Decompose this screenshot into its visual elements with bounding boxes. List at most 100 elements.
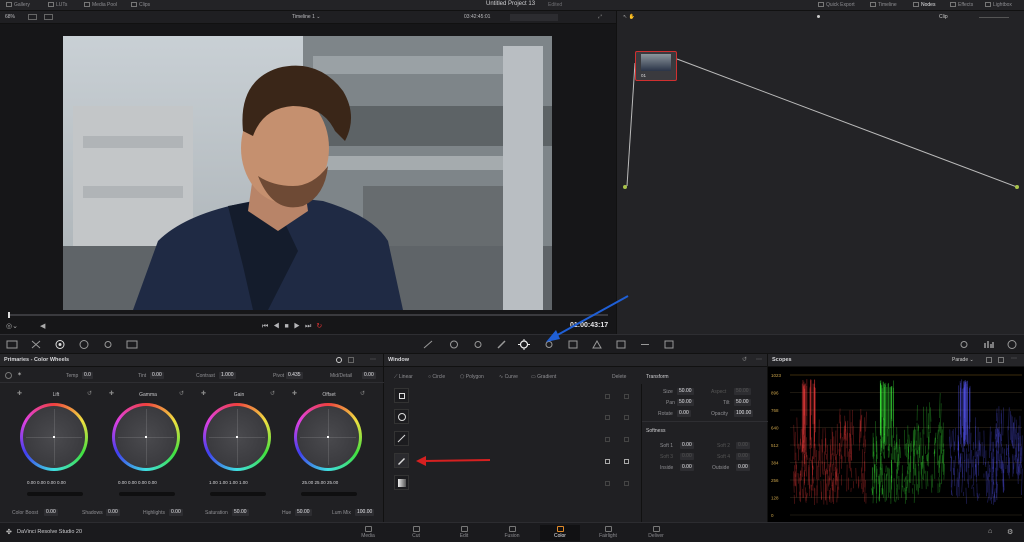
effects-toggle[interactable]: Effects — [950, 2, 973, 8]
scrubber-playhead[interactable] — [8, 312, 10, 318]
circle-button[interactable]: ○ Circle — [428, 374, 445, 380]
timeline-dropdown[interactable]: Timeline 1 ⌄ — [292, 14, 320, 20]
page-tab-cut[interactable]: Cut — [396, 525, 436, 541]
node-graph[interactable]: ↖ ✋ Clip 01 — [616, 11, 1024, 334]
media-pool-button[interactable]: Media Pool — [84, 2, 117, 8]
scope-mode-dropdown[interactable]: Parade ⌄ — [952, 357, 974, 363]
luts-button[interactable]: LUTs — [48, 2, 67, 8]
clips-button[interactable]: Clips — [131, 2, 150, 8]
window-tool-icon[interactable] — [518, 339, 530, 350]
nodes-toggle[interactable]: Nodes — [913, 2, 935, 8]
qualifier-icon[interactable] — [472, 339, 484, 350]
curve-button[interactable]: ∿ Curve — [499, 374, 518, 380]
curves-icon[interactable] — [422, 339, 434, 350]
viewer-mode-icon[interactable] — [28, 14, 37, 20]
pan-value[interactable]: 50.00 — [677, 399, 694, 406]
window-reset-icon[interactable]: ↺ — [742, 356, 747, 363]
pivot-value[interactable]: 0.435 — [286, 372, 303, 379]
viewer-settings-icon[interactable]: ◎⌄ — [6, 322, 20, 330]
scope-layout-icon[interactable] — [986, 357, 992, 363]
hdr-icon[interactable] — [78, 339, 90, 350]
gradient-window-slot[interactable] — [394, 475, 409, 490]
mask-toggle-2[interactable] — [624, 415, 629, 420]
colorboost-value[interactable]: 0.00 — [44, 509, 58, 516]
audio-icon[interactable]: ◀ — [40, 322, 45, 330]
color-warper-icon[interactable] — [448, 339, 460, 350]
gain-reset-icon[interactable]: ↺ — [270, 390, 275, 397]
gain-wheel[interactable] — [203, 403, 271, 471]
linear-button[interactable]: ⟋ Linear — [394, 374, 413, 380]
soft1-value[interactable]: 0.00 — [680, 442, 694, 449]
loop-icon[interactable]: ↻ — [316, 323, 327, 330]
scopes-icon[interactable] — [983, 339, 995, 350]
scope-settings-icon[interactable] — [998, 357, 1004, 363]
lift-wheel[interactable] — [20, 403, 88, 471]
shadows-value[interactable]: 0.00 — [106, 509, 120, 516]
mask-toggle-3[interactable] — [624, 437, 629, 442]
bars-mode-icon[interactable] — [336, 357, 342, 363]
circle-window-slot[interactable] — [394, 409, 409, 424]
page-tab-fusion[interactable]: Fusion — [492, 525, 532, 541]
info-icon[interactable] — [1006, 339, 1018, 350]
page-tab-media[interactable]: Media — [348, 525, 388, 541]
timeline-toggle[interactable]: Timeline — [870, 2, 897, 8]
page-tab-fairlight[interactable]: Fairlight — [588, 525, 628, 541]
zoom-dropdown[interactable]: 68% — [5, 14, 15, 20]
temp-value[interactable]: 0.0 — [82, 372, 93, 379]
invert-toggle-3[interactable] — [605, 437, 610, 442]
delete-button[interactable]: Delete — [612, 374, 626, 380]
gradient-button[interactable]: ▭ Gradient — [531, 374, 556, 380]
page-tab-color[interactable]: Color — [540, 525, 580, 541]
outside-value[interactable]: 0.00 — [736, 464, 750, 471]
fx-icon[interactable] — [663, 339, 675, 350]
offset-picker-icon[interactable]: ✚ — [292, 390, 297, 397]
window-more-icon[interactable]: ⋯ — [756, 356, 762, 363]
mask-toggle-5[interactable] — [624, 481, 629, 486]
settings-gear-icon[interactable]: ⚙ — [1007, 528, 1013, 536]
rgb-mixer-icon[interactable] — [102, 339, 114, 350]
auto-color-icon[interactable]: ✶ — [17, 371, 22, 378]
transport-controls[interactable]: ⏮◀■▶⏭↻ — [262, 322, 327, 331]
tilt-value[interactable]: 50.00 — [734, 399, 751, 406]
fullscreen-icon[interactable]: ⤢ — [598, 14, 602, 20]
motion-effects-icon[interactable] — [126, 339, 138, 350]
saturation-value[interactable]: 50.00 — [232, 509, 249, 516]
page-tab-edit[interactable]: Edit — [444, 525, 484, 541]
gain-master-slider[interactable] — [210, 492, 266, 496]
lightbox-view-icon[interactable] — [958, 339, 970, 350]
gamma-values[interactable]: 0.00 0.00 0.00 0.00 — [118, 480, 157, 485]
gamma-picker-icon[interactable]: ✚ — [109, 390, 114, 397]
invert-toggle-4[interactable] — [605, 459, 610, 464]
contrast-value[interactable]: 1.000 — [219, 372, 236, 379]
soft2-value[interactable]: 0.00 — [736, 442, 750, 449]
node-01[interactable]: 01 — [635, 51, 677, 81]
gallery-button[interactable]: Gallery — [6, 2, 30, 8]
mask-toggle-1[interactable] — [624, 394, 629, 399]
inside-value[interactable]: 0.00 — [680, 464, 694, 471]
more-options-icon[interactable]: ⋯ — [370, 356, 376, 363]
invert-toggle-1[interactable] — [605, 394, 610, 399]
log-mode-icon[interactable] — [348, 357, 354, 363]
lift-master-slider[interactable] — [27, 492, 83, 496]
soft3-value[interactable]: 0.00 — [680, 453, 694, 460]
scrubber-track[interactable] — [8, 314, 608, 316]
polygon-button[interactable]: ⬠ Polygon — [460, 374, 484, 380]
offset-values[interactable]: 25.00 25.00 25.00 — [302, 480, 338, 485]
offset-wheel[interactable] — [294, 403, 362, 471]
gain-values[interactable]: 1.00 1.00 1.00 1.00 — [209, 480, 248, 485]
tint-value[interactable]: 0.00 — [150, 372, 164, 379]
curve-window-slot[interactable] — [394, 453, 409, 468]
lift-reset-icon[interactable]: ↺ — [87, 390, 92, 397]
size-value[interactable]: 50.00 — [677, 388, 694, 395]
gamma-reset-icon[interactable]: ↺ — [179, 390, 184, 397]
middetail-value[interactable]: 0.00 — [362, 372, 376, 379]
lift-picker-icon[interactable]: ✚ — [17, 390, 22, 397]
mask-toggle-4[interactable] — [624, 459, 629, 464]
polygon-window-slot[interactable] — [394, 431, 409, 446]
rotate-value[interactable]: 0.00 — [677, 410, 691, 417]
lift-values[interactable]: 0.00 0.00 0.00 0.00 — [27, 480, 66, 485]
gain-picker-icon[interactable]: ✚ — [201, 390, 206, 397]
gamma-master-slider[interactable] — [119, 492, 175, 496]
aspect-value[interactable]: 50.00 — [734, 388, 751, 395]
linear-window-slot[interactable] — [394, 388, 409, 403]
